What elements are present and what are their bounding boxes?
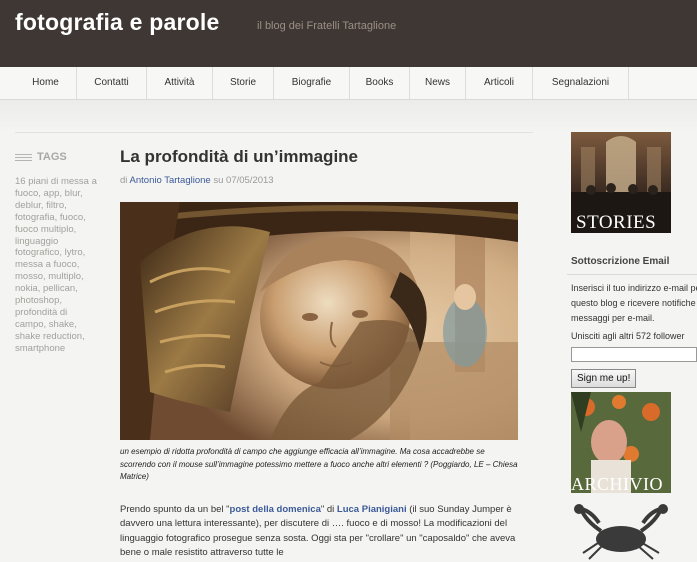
nav-articoli[interactable]: Articoli	[466, 67, 533, 99]
content-divider	[15, 132, 533, 133]
post-title[interactable]: La profondità di un’immagine	[120, 147, 358, 167]
crab-banner[interactable]	[571, 501, 671, 562]
body-text-1: Prendo spunto da un bel "	[120, 504, 230, 515]
tag-link[interactable]: messa a fuoco	[15, 259, 77, 270]
tag-link[interactable]: linguaggio fotografico	[15, 236, 59, 259]
nav-home[interactable]: Home	[15, 67, 77, 99]
main-nav: Home Contatti Attività Storie Biografie …	[0, 67, 697, 100]
tag-link[interactable]: shake reduction	[15, 331, 82, 342]
sign-me-up-button[interactable]: Sign me up!	[571, 369, 637, 388]
tag-link[interactable]: fuoco	[60, 212, 83, 223]
tags-lines-icon	[15, 153, 32, 161]
tags-heading-label: TAGS	[37, 151, 67, 163]
tag-link[interactable]: mosso	[15, 271, 43, 282]
post-della-domenica-link[interactable]: post della domenica	[230, 504, 321, 515]
body-text-2: " di	[320, 504, 337, 515]
tag-link[interactable]: nokia	[15, 283, 38, 294]
nav-biografie[interactable]: Biografie	[274, 67, 350, 99]
site-header: fotografia e parole il blog dei Fratelli…	[0, 0, 697, 67]
site-title[interactable]: fotografia e parole	[15, 9, 219, 36]
tag-link[interactable]: filtro	[46, 200, 64, 211]
nav-storie[interactable]: Storie	[213, 67, 274, 99]
tag-link[interactable]: photoshop	[15, 295, 59, 306]
subscribe-title: Sottoscrizione Email	[571, 256, 670, 267]
tag-link[interactable]: pellican	[43, 283, 75, 294]
post-date: 07/05/2013	[226, 175, 274, 186]
tag-link[interactable]: fotografia	[15, 212, 55, 223]
nav-attivita[interactable]: Attività	[147, 67, 213, 99]
post-body: Prendo spunto da un bel "post della dome…	[120, 503, 517, 560]
tag-link[interactable]: shake	[49, 319, 74, 330]
tag-link[interactable]: smartphone	[15, 343, 65, 354]
followers-count: Unisciti agli altri 572 follower	[571, 331, 685, 341]
subscribe-line: questo blog e ricevere notifiche dei nuo…	[571, 298, 697, 308]
post-image	[120, 202, 518, 440]
stories-banner[interactable]: STORIES	[571, 132, 671, 233]
luca-pianigiani-link[interactable]: Luca Pianigiani	[337, 504, 407, 515]
nav-books[interactable]: Books	[350, 67, 410, 99]
crab-icon	[574, 504, 668, 560]
tag-link[interactable]: lytro	[65, 247, 83, 258]
byline-mid: su	[213, 175, 224, 186]
image-caption: un esempio di ridotta profondità di camp…	[120, 447, 518, 481]
subscribe-text: Inserisci il tuo indirizzo e-mail per is…	[571, 281, 697, 326]
tag-link[interactable]: fuoco multiplo	[15, 224, 74, 235]
tag-link[interactable]: app	[44, 188, 60, 199]
subscribe-line: messaggi per e-mail.	[571, 313, 655, 323]
site-description: il blog dei Fratelli Tartaglione	[257, 20, 397, 32]
stories-label: STORIES	[576, 212, 657, 233]
tag-link[interactable]: blur	[65, 188, 80, 199]
author-link[interactable]: Antonio Tartaglione	[130, 175, 211, 186]
carved-angel-photo	[120, 202, 518, 440]
tag-link[interactable]: deblur	[15, 200, 41, 211]
tag-cloud: 16 piani di messa a fuoco, app, blur, de…	[15, 176, 97, 354]
nav-segnalazioni[interactable]: Segnalazioni	[533, 67, 629, 99]
nav-shadow-strip	[0, 100, 697, 132]
tag-link[interactable]: multiplo	[48, 271, 81, 282]
archive-label: ARCHIVIO	[571, 474, 663, 493]
nav-news[interactable]: News	[410, 67, 466, 99]
subscribe-line: Inserisci il tuo indirizzo e-mail per is…	[571, 283, 697, 293]
nav-contatti[interactable]: Contatti	[77, 67, 147, 99]
email-field[interactable]	[571, 347, 697, 362]
byline-prefix: di	[120, 175, 128, 186]
post-byline: di Antonio Tartaglione su 07/05/2013	[120, 175, 274, 186]
archivio-banner[interactable]: ARCHIVIO	[571, 392, 671, 493]
tags-heading: TAGS	[15, 151, 67, 163]
subscribe-divider	[567, 274, 697, 275]
